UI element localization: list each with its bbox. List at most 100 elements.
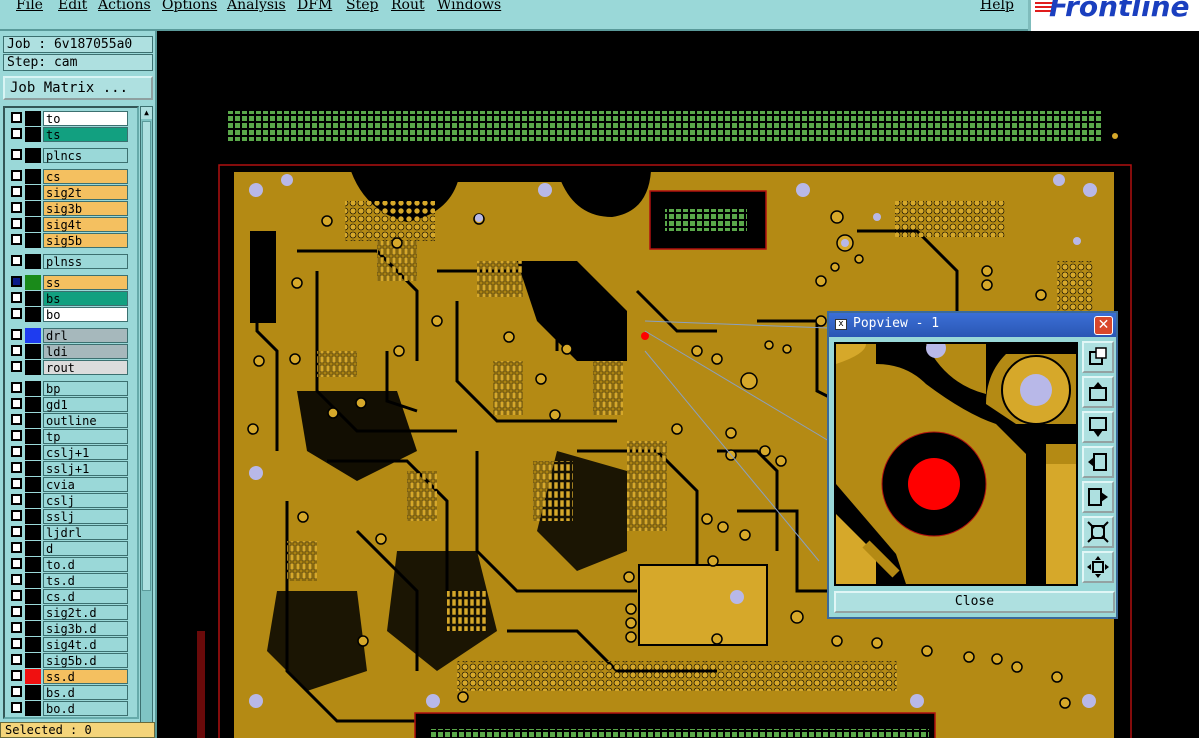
layer-color-swatch[interactable] bbox=[25, 254, 41, 269]
layer-name[interactable]: ss.d bbox=[43, 669, 128, 684]
pan-left-icon[interactable] bbox=[1082, 446, 1114, 478]
layer-row[interactable]: tp bbox=[7, 429, 137, 444]
layer-row[interactable]: d bbox=[7, 541, 137, 556]
layer-checkbox[interactable] bbox=[11, 430, 22, 441]
layer-row[interactable]: cvia bbox=[7, 477, 137, 492]
menu-windows[interactable]: Windows bbox=[437, 0, 501, 13]
layer-row[interactable]: ss bbox=[7, 275, 137, 290]
popview-window[interactable]: x Popview - 1 ✕ Close bbox=[827, 311, 1118, 619]
layer-color-swatch[interactable] bbox=[25, 381, 41, 396]
layer-checkbox[interactable] bbox=[11, 255, 22, 266]
popview-titlebar[interactable]: x Popview - 1 ✕ bbox=[829, 313, 1116, 337]
layer-name[interactable]: ss bbox=[43, 275, 128, 290]
layer-color-swatch[interactable] bbox=[25, 127, 41, 142]
menu-analysis[interactable]: Analysis bbox=[227, 0, 286, 13]
layer-row[interactable]: sig2t.d bbox=[7, 605, 137, 620]
layer-color-swatch[interactable] bbox=[25, 573, 41, 588]
layer-name[interactable]: rout bbox=[43, 360, 128, 375]
pan-up-icon[interactable] bbox=[1082, 376, 1114, 408]
layer-checkbox[interactable] bbox=[11, 478, 22, 489]
layer-row[interactable]: sslj+1 bbox=[7, 461, 137, 476]
layer-row[interactable]: cslj+1 bbox=[7, 445, 137, 460]
layer-row[interactable]: sig3b bbox=[7, 201, 137, 216]
layer-color-swatch[interactable] bbox=[25, 328, 41, 343]
layer-checkbox[interactable] bbox=[11, 308, 22, 319]
zoom-out-icon[interactable] bbox=[1082, 516, 1114, 548]
layer-color-swatch[interactable] bbox=[25, 589, 41, 604]
menu-options[interactable]: Options bbox=[162, 0, 217, 13]
layer-checkbox[interactable] bbox=[11, 686, 22, 697]
layer-name[interactable]: tp bbox=[43, 429, 128, 444]
layer-checkbox[interactable] bbox=[11, 622, 22, 633]
scroll-up-arrow-icon[interactable]: ▲ bbox=[141, 107, 152, 119]
layer-checkbox[interactable] bbox=[11, 218, 22, 229]
layer-color-swatch[interactable] bbox=[25, 445, 41, 460]
layer-checkbox[interactable] bbox=[11, 574, 22, 585]
layer-name[interactable]: drl bbox=[43, 328, 128, 343]
job-matrix-button[interactable]: Job Matrix ... bbox=[3, 76, 153, 100]
menu-help[interactable]: Help bbox=[980, 0, 1014, 13]
layer-name[interactable]: sig3b.d bbox=[43, 621, 128, 636]
layer-checkbox[interactable] bbox=[11, 128, 22, 139]
layer-checkbox[interactable] bbox=[11, 526, 22, 537]
layer-color-swatch[interactable] bbox=[25, 541, 41, 556]
layer-row[interactable]: ts bbox=[7, 127, 137, 142]
pan-down-icon[interactable] bbox=[1082, 411, 1114, 443]
layer-name[interactable]: sig2t.d bbox=[43, 605, 128, 620]
menu-edit[interactable]: Edit bbox=[58, 0, 87, 13]
layer-checkbox[interactable] bbox=[11, 329, 22, 340]
layer-color-swatch[interactable] bbox=[25, 307, 41, 322]
layer-row[interactable]: outline bbox=[7, 413, 137, 428]
layer-checkbox[interactable] bbox=[11, 170, 22, 181]
layer-name[interactable]: sig4t bbox=[43, 217, 128, 232]
layer-color-swatch[interactable] bbox=[25, 525, 41, 540]
layer-name[interactable]: sslj+1 bbox=[43, 461, 128, 476]
pan-right-icon[interactable] bbox=[1082, 481, 1114, 513]
layer-checkbox[interactable] bbox=[11, 670, 22, 681]
layer-color-swatch[interactable] bbox=[25, 509, 41, 524]
popview-zoom-view[interactable] bbox=[834, 342, 1078, 586]
layer-color-swatch[interactable] bbox=[25, 605, 41, 620]
layer-checkbox[interactable] bbox=[11, 202, 22, 213]
layer-checkbox[interactable] bbox=[11, 414, 22, 425]
layer-name[interactable]: to.d bbox=[43, 557, 128, 572]
layer-color-swatch[interactable] bbox=[25, 685, 41, 700]
layer-color-swatch[interactable] bbox=[25, 185, 41, 200]
layer-color-swatch[interactable] bbox=[25, 637, 41, 652]
layer-name[interactable]: ts.d bbox=[43, 573, 128, 588]
close-icon[interactable]: ✕ bbox=[1094, 316, 1113, 335]
layer-name[interactable]: ldi bbox=[43, 344, 128, 359]
layer-checkbox[interactable] bbox=[11, 558, 22, 569]
layer-color-swatch[interactable] bbox=[25, 701, 41, 716]
zoom-in-icon[interactable] bbox=[1082, 551, 1114, 583]
layer-row[interactable]: bs bbox=[7, 291, 137, 306]
layer-row[interactable]: sig4t bbox=[7, 217, 137, 232]
layer-checkbox[interactable] bbox=[11, 494, 22, 505]
layer-row[interactable]: ts.d bbox=[7, 573, 137, 588]
layer-name[interactable]: bs bbox=[43, 291, 128, 306]
layer-checkbox[interactable] bbox=[11, 398, 22, 409]
menu-rout[interactable]: Rout bbox=[391, 0, 425, 13]
layer-name[interactable]: bp bbox=[43, 381, 128, 396]
layer-row[interactable]: cs bbox=[7, 169, 137, 184]
layer-checkbox[interactable] bbox=[11, 702, 22, 713]
layer-name[interactable]: sig5b.d bbox=[43, 653, 128, 668]
layer-row[interactable]: sig5b bbox=[7, 233, 137, 248]
layer-color-swatch[interactable] bbox=[25, 360, 41, 375]
layer-row[interactable]: ljdrl bbox=[7, 525, 137, 540]
layer-row[interactable]: plnss bbox=[7, 254, 137, 269]
layer-checkbox[interactable] bbox=[11, 276, 22, 287]
layer-name[interactable]: cs bbox=[43, 169, 128, 184]
layer-scrollbar[interactable]: ▲ ▼ bbox=[140, 106, 153, 738]
layer-row[interactable]: ldi bbox=[7, 344, 137, 359]
layer-checkbox[interactable] bbox=[11, 510, 22, 521]
layer-name[interactable]: cs.d bbox=[43, 589, 128, 604]
layer-color-swatch[interactable] bbox=[25, 557, 41, 572]
layer-checkbox[interactable] bbox=[11, 361, 22, 372]
layer-name[interactable]: outline bbox=[43, 413, 128, 428]
layer-color-swatch[interactable] bbox=[25, 669, 41, 684]
layer-name[interactable]: plncs bbox=[43, 148, 128, 163]
layer-name[interactable]: gd1 bbox=[43, 397, 128, 412]
layer-name[interactable]: ljdrl bbox=[43, 525, 128, 540]
menu-actions[interactable]: Actions bbox=[98, 0, 151, 13]
